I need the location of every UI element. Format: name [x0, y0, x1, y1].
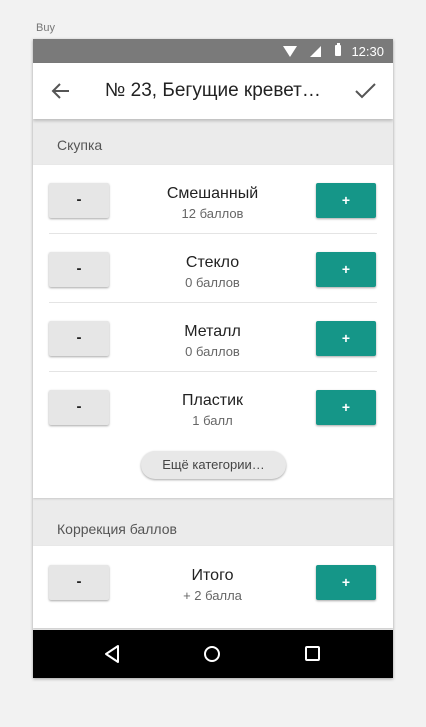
- navigation-bar: [33, 630, 393, 678]
- total-label: Итого: [191, 567, 234, 584]
- section-header-correction: Коррекция баллов: [57, 521, 177, 537]
- decrement-button[interactable]: -: [49, 321, 109, 356]
- section-header-purchase: Скупка: [57, 137, 103, 153]
- category-row: - Пластик 1 балл +: [33, 372, 393, 441]
- increment-button[interactable]: +: [316, 321, 376, 356]
- increment-button[interactable]: +: [316, 183, 376, 218]
- category-name: Металл: [184, 323, 241, 340]
- nav-home-icon[interactable]: [204, 646, 220, 662]
- decrement-button[interactable]: -: [49, 252, 109, 287]
- checkmark-icon[interactable]: [351, 77, 379, 105]
- category-name: Стекло: [185, 254, 240, 271]
- nav-back-icon[interactable]: [103, 644, 121, 669]
- decrement-button[interactable]: -: [49, 565, 109, 600]
- more-categories-button[interactable]: Ещё категории…: [141, 451, 286, 479]
- category-points: 1 балл: [192, 413, 233, 428]
- total-row: - Итого + 2 балла +: [33, 546, 393, 628]
- page-title: № 23, Бегущие кревет…: [105, 80, 321, 101]
- toolbar: № 23, Бегущие кревет…: [33, 63, 393, 119]
- correction-card: - Итого + 2 балла +: [33, 546, 393, 628]
- category-name: Пластик: [182, 392, 243, 409]
- battery-icon: [335, 43, 341, 56]
- category-row: - Смешанный 12 баллов +: [33, 165, 393, 234]
- back-arrow-icon[interactable]: [47, 77, 75, 105]
- status-bar: 12:30: [33, 39, 393, 63]
- category-points: 0 баллов: [185, 344, 240, 359]
- increment-button[interactable]: +: [316, 390, 376, 425]
- category-row: - Металл 0 баллов +: [33, 303, 393, 372]
- category-name: Смешанный: [166, 185, 259, 202]
- page-label: Buy: [36, 22, 55, 34]
- decrement-button[interactable]: -: [49, 183, 109, 218]
- purchase-card: - Смешанный 12 баллов + - Стекло 0 балло…: [33, 165, 393, 498]
- status-time: 12:30: [351, 44, 384, 59]
- decrement-button[interactable]: -: [49, 390, 109, 425]
- nav-recents-icon[interactable]: [305, 646, 320, 661]
- increment-button[interactable]: +: [316, 252, 376, 287]
- category-points: 12 баллов: [181, 206, 244, 221]
- increment-button[interactable]: +: [316, 565, 376, 600]
- signal-icon: [310, 46, 321, 57]
- total-points: + 2 балла: [183, 588, 242, 603]
- category-row: - Стекло 0 баллов +: [33, 234, 393, 303]
- phone-screen: 12:30 № 23, Бегущие кревет… Скупка - Сме…: [33, 39, 393, 678]
- wifi-icon: [283, 46, 297, 57]
- category-points: 0 баллов: [185, 275, 240, 290]
